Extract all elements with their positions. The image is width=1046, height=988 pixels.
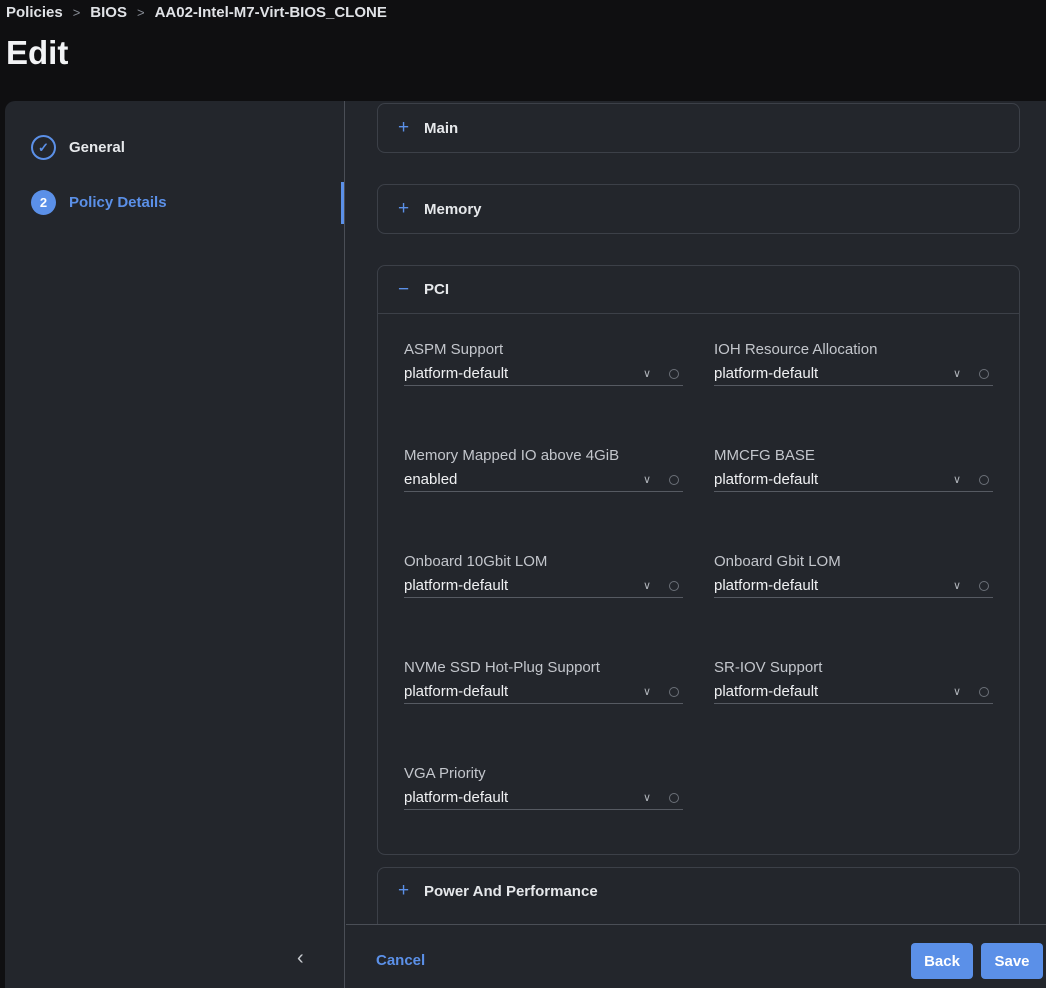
step-label: General	[69, 139, 125, 156]
section-title: Main	[424, 119, 459, 137]
select-value: platform-default	[714, 577, 819, 594]
chevron-down-icon: ∨	[952, 686, 961, 698]
select-field: ASPM Support platform-default ∨	[404, 341, 683, 386]
section-memory[interactable]: + Memory	[377, 184, 1020, 234]
breadcrumb-bios[interactable]: BIOS	[90, 4, 127, 21]
section-power-and-performance[interactable]: + Power And Performance	[377, 867, 1020, 924]
field-label: IOH Resource Allocation	[714, 341, 878, 358]
select-field: IOH Resource Allocation platform-default…	[714, 341, 993, 386]
field-label: MMCFG BASE	[714, 447, 815, 464]
step-policy-details[interactable]: 2 Policy Details	[31, 190, 167, 215]
select-field: MMCFG BASE platform-default ∨	[714, 447, 993, 492]
select-value: platform-default	[404, 365, 509, 382]
field-label: Memory Mapped IO above 4GiB	[404, 447, 620, 464]
select-field: Memory Mapped IO above 4GiB enabled ∨	[404, 447, 683, 492]
field-label: Onboard 10Gbit LOM	[404, 553, 548, 570]
active-step-indicator	[341, 182, 344, 224]
field-label: VGA Priority	[404, 765, 486, 782]
field-label: NVMe SSD Hot-Plug Support	[404, 659, 600, 676]
chevron-down-icon: ∨	[642, 792, 651, 804]
info-icon[interactable]	[979, 368, 989, 379]
section-title: Memory	[424, 200, 482, 218]
select-value: platform-default	[714, 683, 819, 700]
section-pci-header[interactable]: − PCI	[378, 266, 1019, 314]
wizard-panel: ✓ General 2 Policy Details ‹ + Main + Memory…	[5, 101, 1046, 988]
info-icon[interactable]	[669, 792, 679, 803]
select-value: platform-default	[404, 577, 509, 594]
select-dropdown[interactable]: platform-default ∨	[714, 683, 993, 704]
step-label: Policy Details	[69, 194, 167, 211]
wizard-steps: ✓ General 2 Policy Details ‹	[5, 101, 345, 988]
info-icon[interactable]	[979, 580, 989, 591]
main-content: + Main + Memory − PCI ASPM Support platform…	[346, 101, 1046, 924]
back-button[interactable]: Back	[911, 943, 973, 979]
chevron-down-icon: ∨	[642, 580, 651, 592]
field-label: Onboard Gbit LOM	[714, 553, 841, 570]
chevron-right-icon: >	[136, 5, 145, 20]
minus-icon: −	[398, 278, 410, 300]
select-field: VGA Priority platform-default ∨	[404, 765, 683, 810]
field-label: ASPM Support	[404, 341, 504, 358]
select-value: platform-default	[714, 471, 819, 488]
breadcrumb-policies[interactable]: Policies	[6, 4, 63, 21]
select-dropdown[interactable]: platform-default ∨	[714, 365, 993, 386]
breadcrumb: Policies > BIOS > AA02-Intel-M7-Virt-BIOS_…	[6, 4, 387, 21]
step-number: 2	[31, 190, 56, 215]
info-icon[interactable]	[669, 580, 679, 591]
plus-icon: +	[398, 880, 410, 901]
section-title: Power And Performance	[424, 882, 598, 900]
select-field: SR-IOV Support platform-default ∨	[714, 659, 993, 704]
select-value: platform-default	[404, 789, 509, 806]
select-dropdown[interactable]: platform-default ∨	[714, 471, 993, 492]
chevron-down-icon: ∨	[952, 368, 961, 380]
select-dropdown[interactable]: platform-default ∨	[714, 577, 993, 598]
field-label: SR-IOV Support	[714, 659, 823, 676]
step-general[interactable]: ✓ General	[31, 135, 125, 160]
select-dropdown[interactable]: platform-default ∨	[404, 683, 683, 704]
section-pci: − PCI ASPM Support platform-default ∨ IOH R…	[377, 265, 1020, 855]
breadcrumb-policy: AA02-Intel-M7-Virt-BIOS_CLONE	[154, 4, 387, 21]
select-dropdown[interactable]: platform-default ∨	[404, 365, 683, 386]
chevron-down-icon: ∨	[642, 474, 651, 486]
chevron-down-icon: ∨	[952, 580, 961, 592]
info-icon[interactable]	[669, 368, 679, 379]
check-circle-icon: ✓	[31, 135, 56, 160]
chevron-down-icon: ∨	[642, 368, 651, 380]
plus-icon: +	[398, 117, 410, 138]
select-field: Onboard 10Gbit LOM platform-default ∨	[404, 553, 683, 598]
save-button[interactable]: Save	[981, 943, 1043, 979]
chevron-right-icon: >	[72, 5, 81, 20]
select-dropdown[interactable]: platform-default ∨	[404, 577, 683, 598]
plus-icon: +	[398, 198, 410, 219]
footer: Cancel Back Save	[346, 924, 1046, 988]
page-title: Edit	[6, 34, 69, 71]
select-value: platform-default	[714, 365, 819, 382]
info-icon[interactable]	[669, 474, 679, 485]
info-icon[interactable]	[979, 686, 989, 697]
select-value: enabled	[404, 471, 458, 488]
select-dropdown[interactable]: platform-default ∨	[404, 789, 683, 810]
cancel-button[interactable]: Cancel	[376, 952, 425, 969]
select-field: Onboard Gbit LOM platform-default ∨	[714, 553, 993, 598]
select-field: NVMe SSD Hot-Plug Support platform-defau…	[404, 659, 683, 704]
chevron-down-icon: ∨	[642, 686, 651, 698]
collapse-sidebar-chevron-left-icon[interactable]: ‹	[297, 947, 304, 970]
select-value: platform-default	[404, 683, 509, 700]
info-icon[interactable]	[669, 686, 679, 697]
chevron-down-icon: ∨	[952, 474, 961, 486]
section-title: PCI	[424, 281, 450, 298]
select-dropdown[interactable]: enabled ∨	[404, 471, 683, 492]
info-icon[interactable]	[979, 474, 989, 485]
section-main[interactable]: + Main	[377, 103, 1020, 153]
